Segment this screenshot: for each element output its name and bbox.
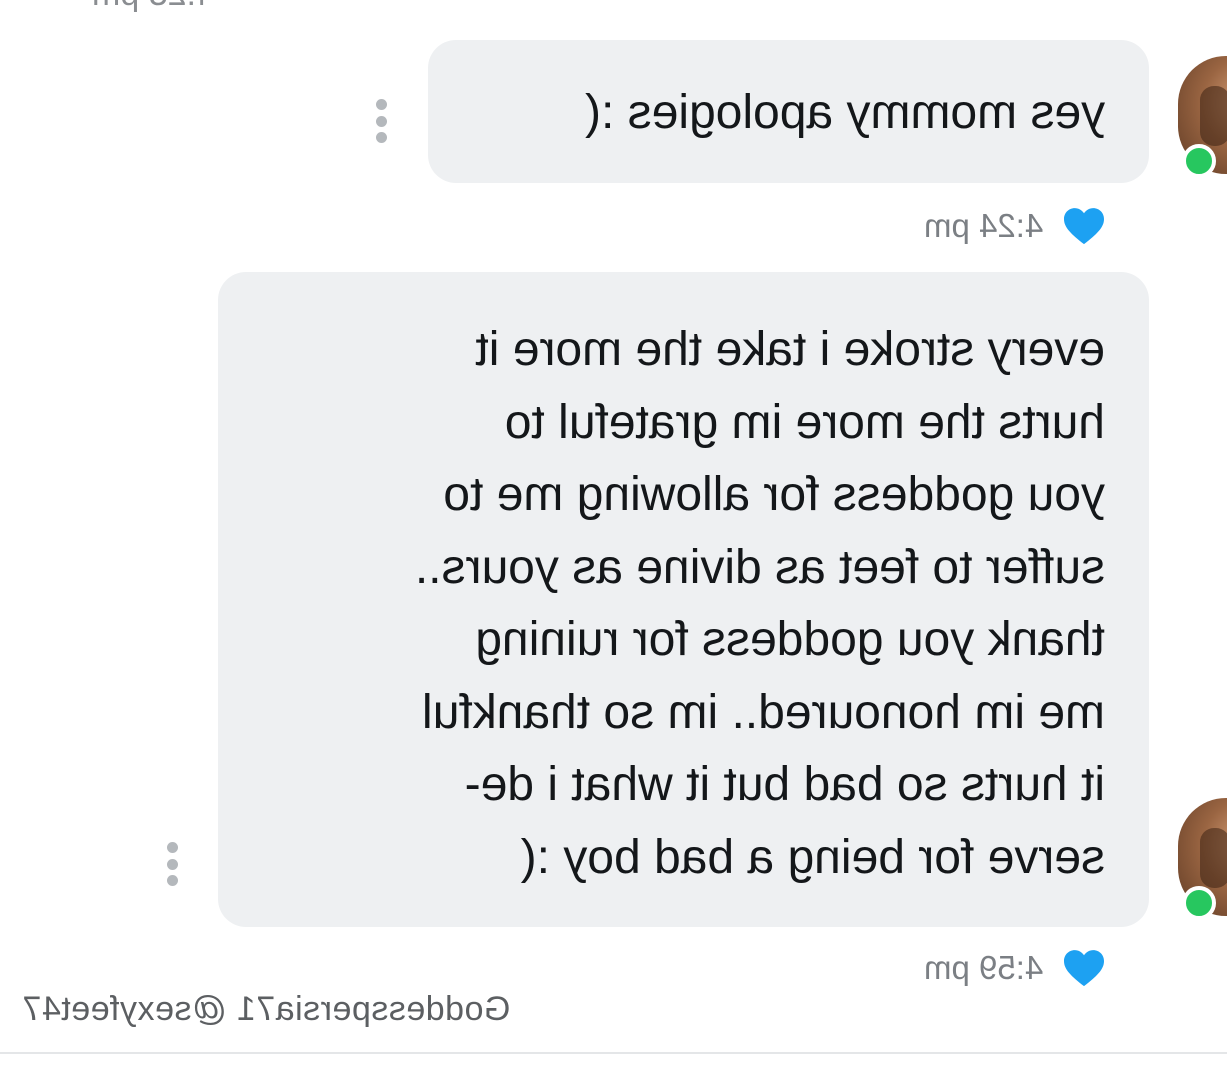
message-timestamp: 4:59 pm (924, 949, 1044, 986)
message-text: every stroke i take the more it hurts th… (414, 323, 1105, 884)
message-more-options-icon[interactable] (165, 842, 179, 886)
heart-icon[interactable] (1061, 206, 1107, 246)
online-status-dot (1182, 144, 1216, 178)
heart-icon[interactable] (1061, 948, 1107, 988)
online-status-dot (1182, 886, 1216, 920)
divider (0, 1052, 1227, 1054)
message-bubble[interactable]: every stroke i take the more it hurts th… (218, 272, 1149, 927)
message-more-options-icon[interactable] (374, 99, 388, 143)
message-meta: 4:59 pm (924, 948, 1107, 988)
watermark-text: Goddesspersia71 @sexyfeet47 (22, 990, 511, 1028)
message-meta: 4:24 pm (924, 206, 1107, 246)
message-text: yes mommy apologies :( (584, 86, 1105, 139)
message-timestamp: 4:24 pm (924, 207, 1044, 244)
previous-timestamp: 4:23 pm (92, 0, 215, 13)
watermark: Goddesspersia71 @sexyfeet47 (22, 990, 510, 1029)
chat-screen: 4:23 pm yes mommy apologies :( 4:24 pm e… (0, 0, 1227, 1079)
message-bubble[interactable]: yes mommy apologies :( (428, 40, 1149, 183)
previous-message-meta: 4:23 pm (92, 0, 215, 13)
